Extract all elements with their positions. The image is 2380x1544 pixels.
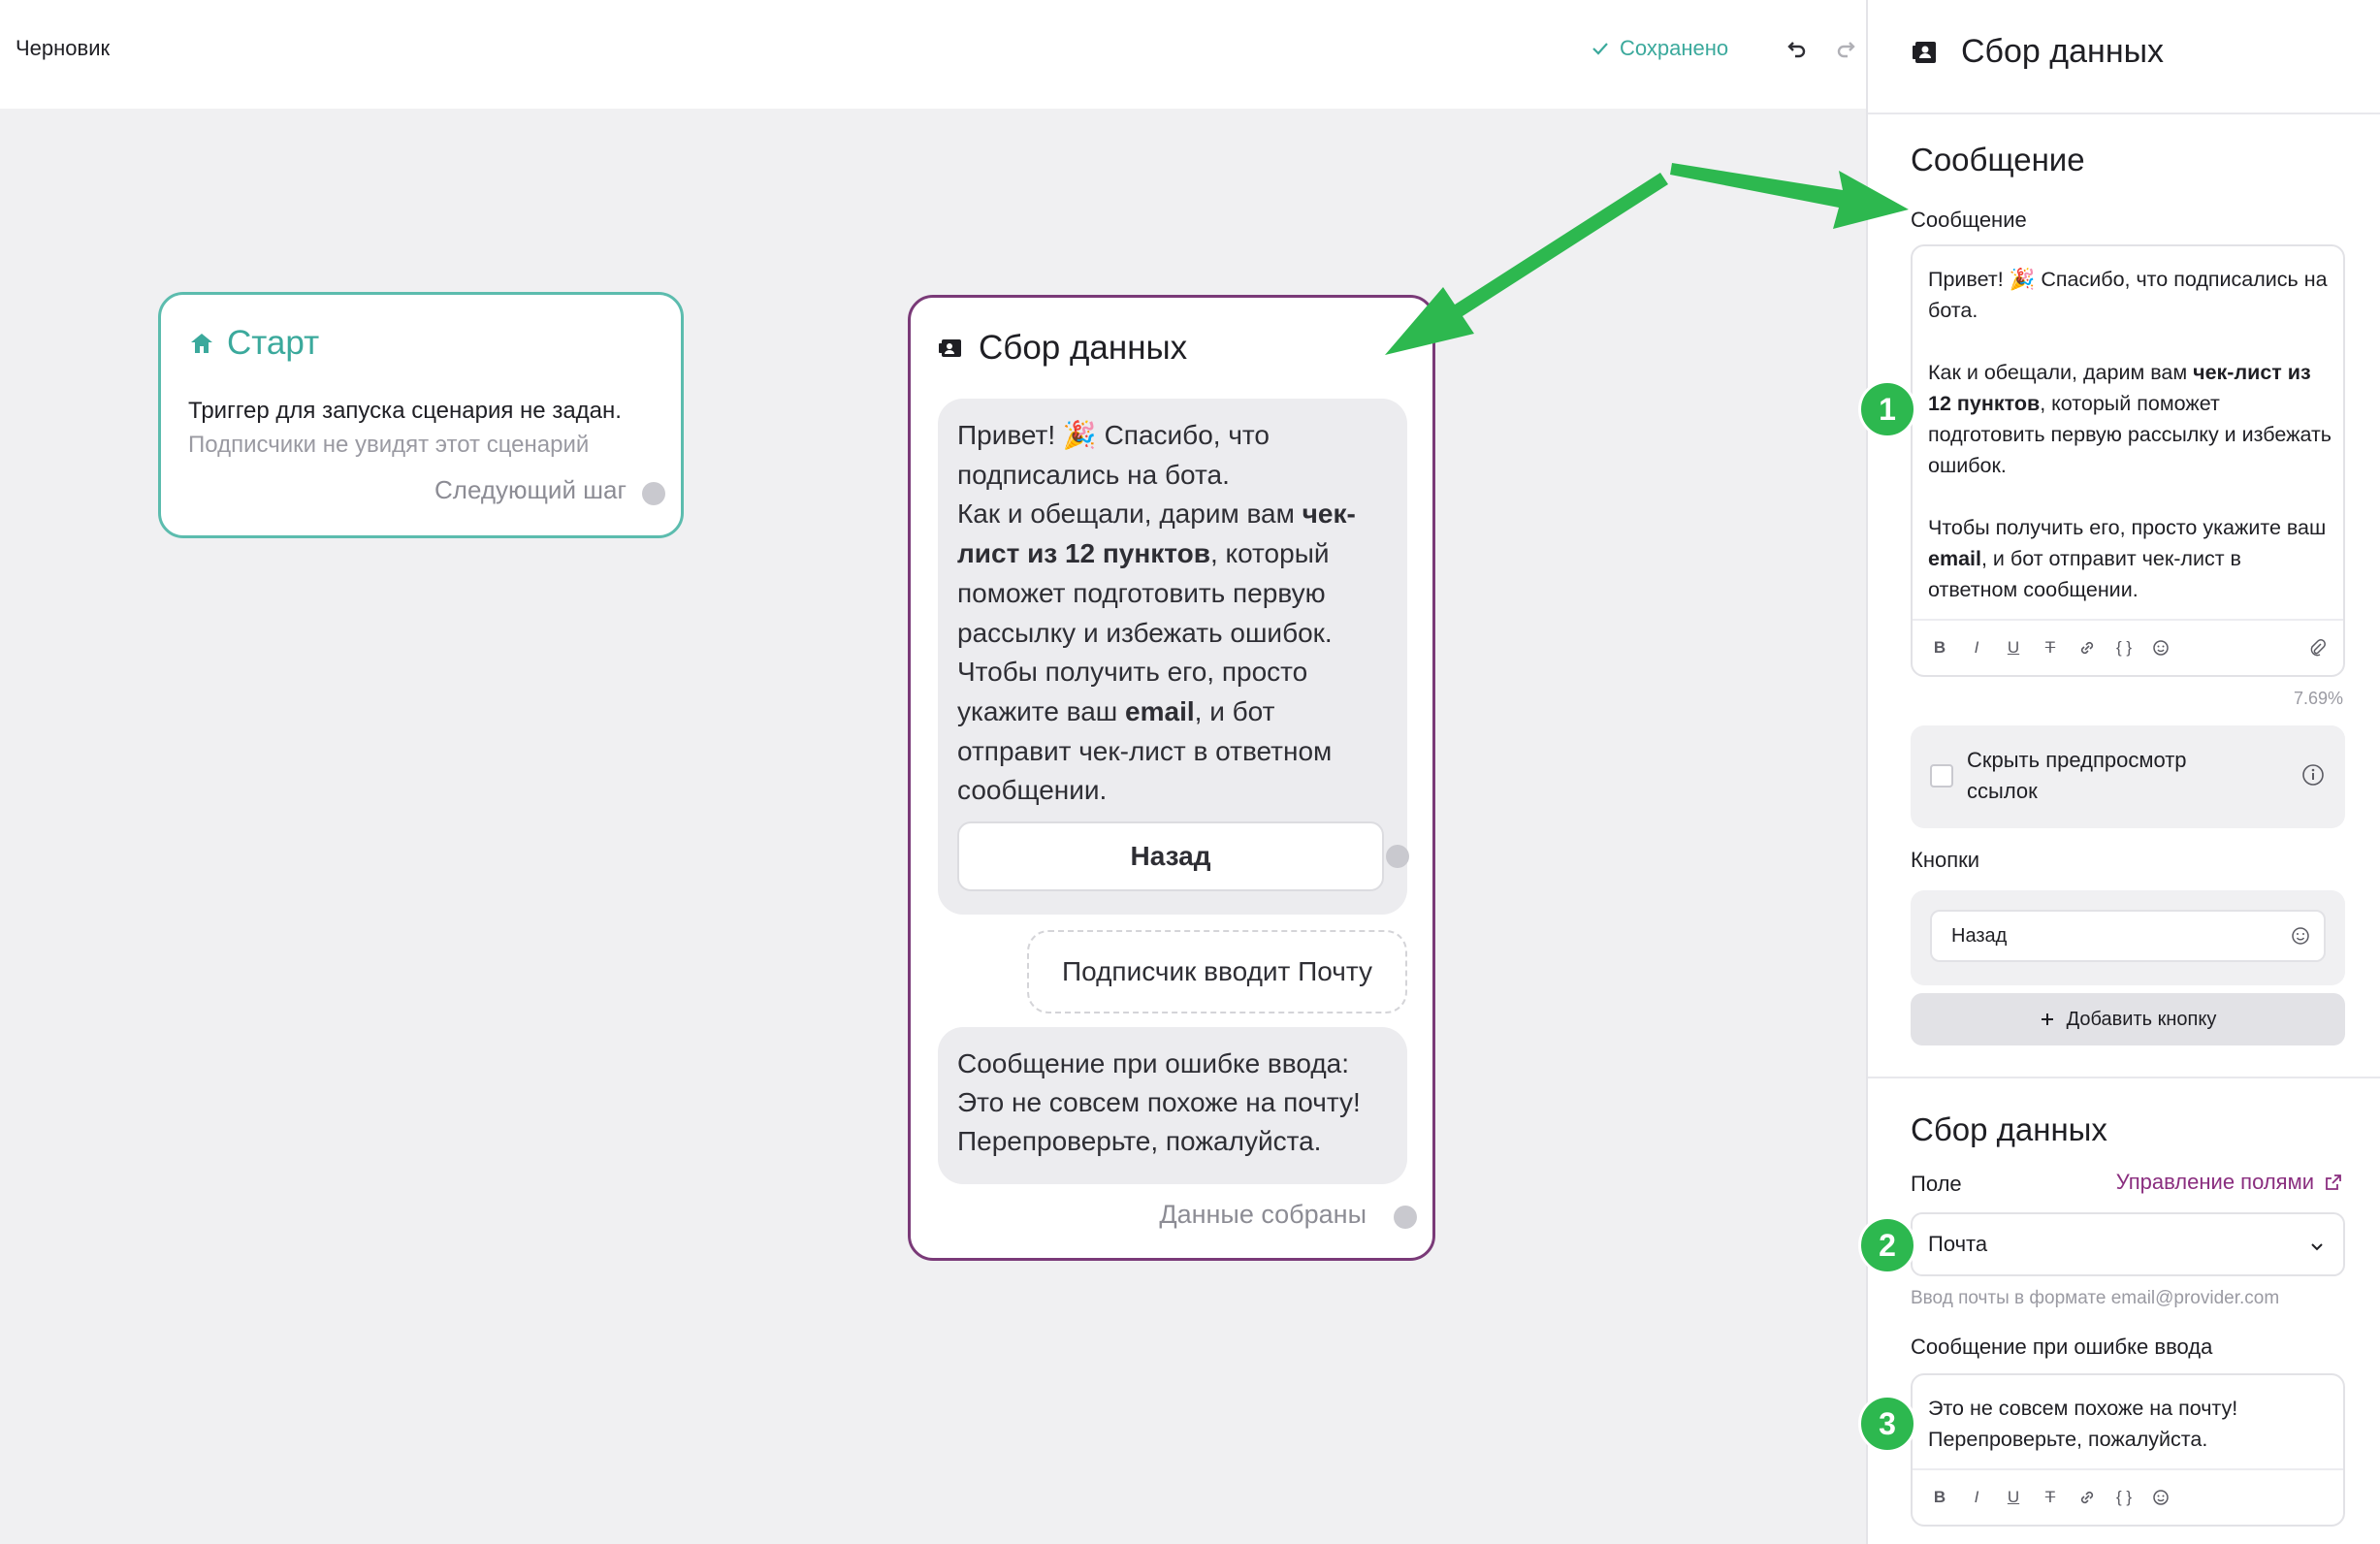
bold-icon[interactable]: B: [1930, 1488, 1949, 1507]
manage-fields-label: Управление полями: [2115, 1170, 2314, 1194]
home-icon: [191, 334, 212, 353]
editor-part-greeting: Привет! 🎉 Спасибо, что подписались на бо…: [1928, 268, 2328, 322]
bold-icon[interactable]: B: [1930, 638, 1949, 658]
strikethrough-icon[interactable]: T: [2041, 638, 2060, 658]
chevron-down-icon: [2311, 1243, 2323, 1251]
start-subtitle: Подписчики не увидят этот сценарий: [188, 432, 590, 458]
italic-icon[interactable]: I: [1967, 638, 1986, 658]
emoji-icon[interactable]: [2151, 1488, 2171, 1507]
buttons-list: Назад: [1911, 890, 2345, 985]
editor-part-email: email: [1928, 547, 1981, 570]
italic-icon[interactable]: I: [1967, 1488, 1986, 1507]
error-message-bubble[interactable]: Сообщение при ошибке ввода: Это не совсе…: [938, 1027, 1407, 1184]
button-name-input[interactable]: Назад: [1930, 910, 2326, 962]
error-message-label: Сообщение при ошибке ввода: [1911, 1335, 2213, 1359]
data-collected-port[interactable]: [1394, 1206, 1417, 1229]
start-node-title: Старт: [188, 324, 319, 363]
link-icon[interactable]: [2077, 638, 2097, 658]
saved-status: Сохранено: [1591, 36, 1728, 61]
next-step-label: Следующий шаг: [434, 475, 627, 504]
message-format-toolbar: B I U T { }: [1913, 619, 2343, 675]
field-label: Поле: [1911, 1172, 1962, 1196]
message-editor[interactable]: Привет! 🎉 Спасибо, что подписались на бо…: [1911, 244, 2345, 677]
start-node[interactable]: Старт Триггер для запуска сценария не за…: [158, 292, 684, 538]
data-node-title: Сбор данных: [938, 329, 1187, 368]
error-body: Это не совсем похоже на почту! Перепрове…: [957, 1087, 1361, 1156]
undo-button[interactable]: [1783, 35, 1810, 62]
error-message-text: Сообщение при ошибке ввода: Это не совсе…: [957, 1045, 1394, 1161]
error-heading: Сообщение при ошибке ввода:: [957, 1048, 1350, 1078]
add-button-button[interactable]: Добавить кнопку: [1911, 993, 2345, 1045]
panel-header: Сбор данных: [1868, 0, 2380, 114]
underline-icon[interactable]: U: [2004, 638, 2023, 658]
text-usage-percent: 7.69%: [2293, 689, 2343, 708]
message-bubble[interactable]: Привет! 🎉 Спасибо, что подписались на бо…: [938, 399, 1409, 915]
subscriber-input-step[interactable]: Подписчик вводит Почту: [1027, 930, 1407, 1013]
msg-part-promise: Как и обещали, дарим вам: [957, 499, 1303, 530]
code-icon[interactable]: { }: [2114, 638, 2134, 658]
manage-fields-link[interactable]: Управление полями: [2116, 1170, 2343, 1195]
error-editor-line2: Перепроверьте, пожалуйста.: [1928, 1428, 2208, 1451]
emoji-icon[interactable]: [2151, 638, 2171, 658]
redo-button[interactable]: [1833, 35, 1860, 62]
error-message-editor[interactable]: Это не совсем похоже на почту! Перепрове…: [1911, 1373, 2345, 1527]
field-hint: Ввод почты в формате email@provider.com: [1911, 1288, 2280, 1308]
saved-label: Сохранено: [1620, 36, 1729, 60]
emoji-icon[interactable]: [2291, 926, 2310, 946]
message-field-label: Сообщение: [1911, 208, 2027, 232]
info-icon[interactable]: [2300, 762, 2326, 788]
error-editor-line1: Это не совсем похоже на почту!: [1928, 1397, 2238, 1420]
data-section-title: Сбор данных: [1911, 1111, 2107, 1147]
annotation-marker-3: 3: [1858, 1395, 1916, 1453]
button-name-value: Назад: [1951, 924, 2008, 947]
message-section-title: Сообщение: [1911, 142, 2085, 177]
field-select[interactable]: Почта: [1911, 1212, 2345, 1276]
undo-icon: [1787, 42, 1806, 58]
underline-icon[interactable]: U: [2004, 1488, 2023, 1507]
field-select-value: Почта: [1928, 1232, 1988, 1256]
code-icon[interactable]: { }: [2114, 1488, 2134, 1507]
hide-preview-option[interactable]: Скрыть предпросмотр ссылок: [1911, 725, 2345, 828]
contact-card-icon: [1913, 41, 1936, 63]
editor-part-promise: Как и обещали, дарим вам: [1928, 361, 2194, 384]
redo-icon: [1837, 42, 1855, 58]
message-editor-text[interactable]: Привет! 🎉 Спасибо, что подписались на бо…: [1928, 264, 2332, 605]
section-divider: [1868, 1077, 2380, 1078]
settings-panel: Сбор данных Сообщение Сообщение Привет! …: [1866, 0, 2380, 1544]
next-step-port[interactable]: [642, 482, 665, 505]
strikethrough-icon[interactable]: T: [2041, 1488, 2060, 1507]
panel-title: Сбор данных: [1961, 33, 2165, 70]
annotation-marker-1: 1: [1858, 380, 1916, 438]
back-button-port[interactable]: [1386, 845, 1409, 868]
buttons-label: Кнопки: [1911, 848, 1980, 872]
editor-part-howto: Чтобы получить его, просто укажите ваш: [1928, 516, 2327, 539]
annotation-marker-2: 2: [1858, 1216, 1916, 1274]
flow-canvas[interactable]: Старт Триггер для запуска сценария не за…: [0, 109, 1866, 1544]
external-link-icon: [2326, 1174, 2341, 1190]
add-button-label: Добавить кнопку: [2066, 1008, 2217, 1030]
plus-icon: [2041, 1013, 2053, 1025]
data-node-title-label: Сбор данных: [979, 329, 1188, 367]
hide-preview-checkbox[interactable]: [1930, 764, 1953, 788]
check-icon: [1592, 43, 1608, 55]
start-title-label: Старт: [227, 324, 320, 362]
attach-icon[interactable]: [2308, 638, 2328, 658]
top-bar: Черновик Сохранено: [0, 0, 1866, 109]
message-bubble-text: Привет! 🎉 Спасибо, что подписались на бо…: [957, 416, 1394, 811]
error-format-toolbar: B I U T { }: [1913, 1468, 2343, 1525]
back-button[interactable]: Назад: [957, 821, 1384, 891]
data-collection-node[interactable]: Сбор данных Привет! 🎉 Спасибо, что подпи…: [908, 295, 1435, 1261]
error-editor-text[interactable]: Это не совсем похоже на почту! Перепрове…: [1928, 1393, 2332, 1455]
link-icon[interactable]: [2077, 1488, 2097, 1507]
contact-card-icon: [939, 339, 961, 357]
start-description: Триггер для запуска сценария не задан.: [188, 398, 622, 424]
data-collected-label: Данные собраны: [1159, 1200, 1367, 1229]
hide-preview-label: Скрыть предпросмотр ссылок: [1967, 748, 2187, 803]
msg-part-greeting: Привет! 🎉 Спасибо, что подписались на бо…: [957, 420, 1270, 490]
draft-label: Черновик: [16, 36, 111, 60]
msg-part-email: email: [1125, 695, 1195, 726]
